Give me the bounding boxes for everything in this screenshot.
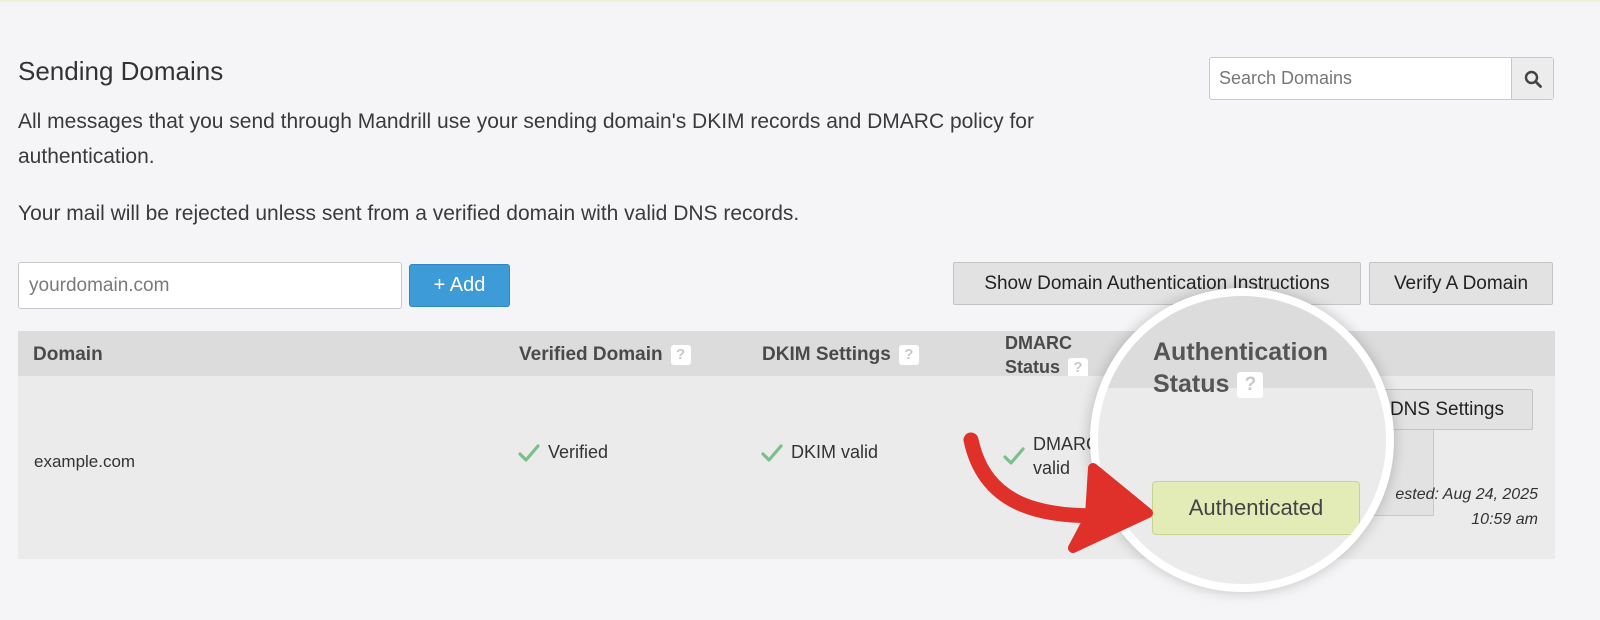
header-verified-domain: Verified Domain? [519,344,691,366]
page-description: All messages that you send through Mandr… [18,110,1034,168]
header-auth-status-label: Status [1153,370,1230,398]
header-dmarc-status: DMARC Status? [1005,331,1089,379]
help-icon[interactable]: ? [898,344,919,365]
header-authentication-status: Authentication Status? [1153,336,1328,400]
tested-date: ested: Aug 24, 2025 [1395,486,1538,503]
check-icon [518,444,540,462]
dmarc-valid-text: valid [1033,458,1071,478]
help-icon[interactable]: ? [670,344,691,365]
row-domain: example.com [34,452,136,471]
magnifier-callout: Authentication Status? Authenticated [1090,288,1394,592]
row-dkim: DKIM valid [761,442,878,463]
help-icon[interactable]: ? [1237,372,1264,399]
top-border [0,0,1600,2]
header-auth-label: Authentication [1153,338,1328,366]
row-verified: Verified [518,442,608,463]
tested-time: 10:59 am [1471,511,1538,528]
search-icon [1524,70,1542,88]
header-dmarc-label: DMARC [1005,333,1072,353]
search-input[interactable] [1210,58,1511,99]
check-icon [761,444,783,462]
last-tested-timestamp: ested: Aug 24, 2025 10:59 am [1395,482,1538,532]
add-domain-button[interactable]: + Add [409,264,510,307]
check-icon [1003,447,1025,465]
domain-input[interactable] [18,262,402,309]
dns-settings-button[interactable]: DNS Settings [1370,389,1533,430]
dkim-text: DKIM valid [791,442,879,462]
row-dmarc: DMARC valid [1003,432,1099,480]
header-dkim-settings: DKIM Settings? [762,344,919,366]
page-title: Sending Domains [18,56,224,86]
header-domain: Domain [33,344,103,365]
header-dmarc-status-label: Status [1005,357,1061,377]
authenticated-badge: Authenticated [1152,481,1360,535]
search-domains [1209,57,1554,100]
verify-domain-button[interactable]: Verify A Domain [1369,262,1553,305]
header-dkim-label: DKIM Settings [762,344,891,365]
search-button[interactable] [1511,58,1553,99]
verified-text: Verified [548,442,609,462]
dns-warning: Your mail will be rejected unless sent f… [18,202,800,225]
header-verified-label: Verified Domain [519,344,663,365]
